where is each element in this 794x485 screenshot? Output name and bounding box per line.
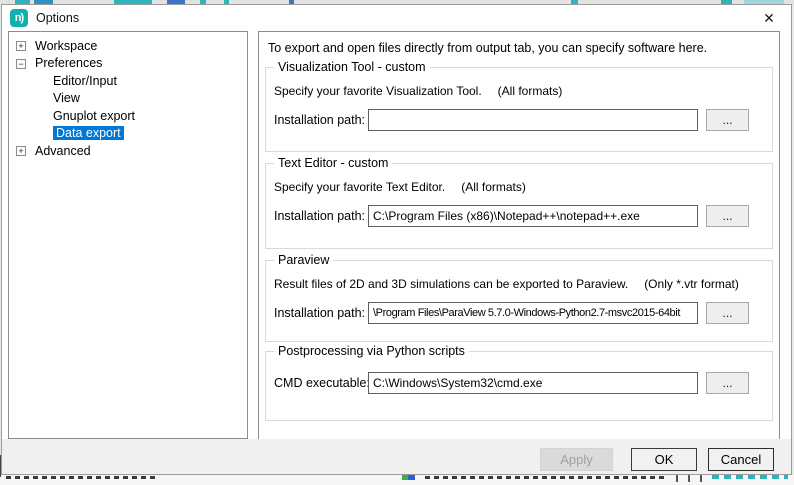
apply-button[interactable]: Apply: [540, 448, 613, 471]
background-text-fragment: [425, 476, 667, 479]
field-row: Installation path: ...: [274, 205, 764, 227]
browse-button[interactable]: ...: [706, 109, 749, 131]
expand-icon[interactable]: +: [16, 41, 26, 51]
group-title: Text Editor - custom: [274, 156, 392, 170]
background-text-fragment: [6, 476, 158, 479]
installation-path-label: Installation path:: [274, 109, 365, 131]
cmd-executable-input[interactable]: [368, 372, 698, 394]
close-icon[interactable]: ✕: [755, 7, 783, 29]
cancel-button[interactable]: Cancel: [708, 448, 774, 471]
tree-item-editor-input[interactable]: Editor/Input: [9, 72, 247, 90]
tree-item-advanced[interactable]: + Advanced: [9, 142, 247, 160]
app-logo-icon: n): [10, 9, 28, 27]
tree-item-label: Preferences: [35, 56, 102, 70]
data-export-settings-panel: To export and open files directly from o…: [258, 31, 780, 440]
title-bar[interactable]: n) Options ✕: [2, 5, 791, 31]
group-text-editor: Text Editor - custom Specify your favori…: [265, 163, 773, 249]
browse-button[interactable]: ...: [706, 302, 749, 324]
group-title: Paraview: [274, 253, 333, 267]
panel-intro-text: To export and open files directly from o…: [268, 41, 707, 56]
text-editor-path-input[interactable]: [368, 205, 698, 227]
dialog-footer: Apply OK Cancel: [2, 439, 791, 474]
tree-item-label: View: [53, 91, 80, 105]
group-description: Specify your favorite Text Editor. (All f…: [274, 180, 526, 194]
description-text: Specify your favorite Text Editor.: [274, 180, 445, 194]
tree-item-label-selected: Data export: [53, 126, 124, 140]
options-dialog: n) Options ✕ + Workspace − Preferences E…: [1, 4, 792, 475]
tree-item-preferences[interactable]: − Preferences: [9, 55, 247, 73]
tree-item-label: Editor/Input: [53, 74, 117, 88]
format-note: (Only *.vtr format): [644, 277, 739, 291]
group-paraview: Paraview Result files of 2D and 3D simul…: [265, 260, 773, 342]
description-text: Specify your favorite Visualization Tool…: [274, 84, 482, 98]
background-divider: [688, 475, 690, 482]
format-note: (All formats): [461, 180, 526, 194]
group-description: Result files of 2D and 3D simulations ca…: [274, 277, 739, 291]
field-row: Installation path: ...: [274, 109, 764, 131]
installation-path-label: Installation path:: [274, 205, 365, 227]
screen: n) Options ✕ + Workspace − Preferences E…: [0, 0, 794, 485]
group-visualization-tool: Visualization Tool - custom Specify your…: [265, 67, 773, 152]
paraview-path-input[interactable]: [368, 302, 698, 324]
background-divider: [676, 475, 678, 482]
installation-path-label: Installation path:: [274, 302, 365, 324]
group-title: Visualization Tool - custom: [274, 60, 430, 74]
tree-item-label: Gnuplot export: [53, 109, 135, 123]
browse-button[interactable]: ...: [706, 205, 749, 227]
group-description: Specify your favorite Visualization Tool…: [274, 84, 562, 98]
tree-item-view[interactable]: View: [9, 90, 247, 108]
visualization-tool-path-input[interactable]: [368, 109, 698, 131]
settings-tree: + Workspace − Preferences Editor/Input V…: [8, 31, 248, 439]
description-text: Result files of 2D and 3D simulations ca…: [274, 277, 628, 291]
tree-item-gnuplot-export[interactable]: Gnuplot export: [9, 107, 247, 125]
browse-button[interactable]: ...: [706, 372, 749, 394]
tree-item-label: Advanced: [35, 144, 91, 158]
background-icon-fragment: [402, 475, 415, 480]
background-text-fragment: [712, 475, 788, 479]
group-title: Postprocessing via Python scripts: [274, 344, 469, 358]
tree-item-label: Workspace: [35, 39, 97, 53]
collapse-icon[interactable]: −: [16, 59, 26, 69]
expand-icon[interactable]: +: [16, 146, 26, 156]
background-window-bottom-edge: [0, 475, 794, 485]
format-note: (All formats): [498, 84, 563, 98]
ok-button[interactable]: OK: [631, 448, 697, 471]
background-divider: [700, 475, 702, 482]
group-postprocessing-python: Postprocessing via Python scripts CMD ex…: [265, 351, 773, 421]
tree-item-data-export[interactable]: Data export: [9, 125, 247, 143]
tree-item-workspace[interactable]: + Workspace: [9, 37, 247, 55]
field-row: CMD executable: ...: [274, 372, 764, 394]
cmd-executable-label: CMD executable:: [274, 372, 370, 394]
window-title: Options: [36, 11, 79, 25]
field-row: Installation path: ...: [274, 302, 764, 324]
